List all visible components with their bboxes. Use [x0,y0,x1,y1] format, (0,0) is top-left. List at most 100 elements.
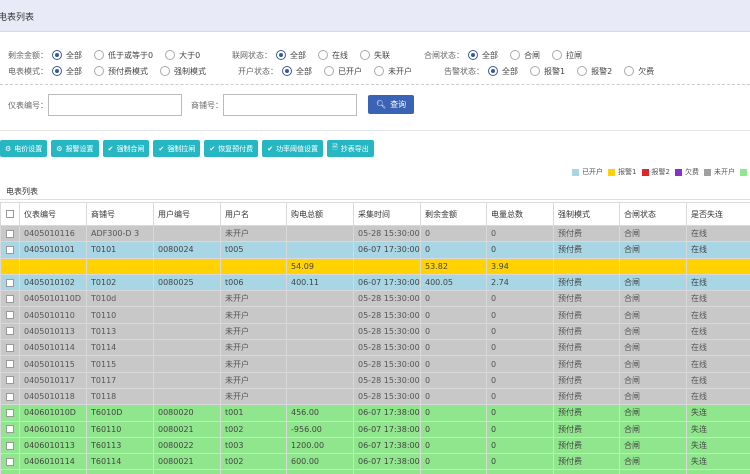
table-row[interactable]: 0405010110D T010d 未开户 05-28 15:30:00 0 0 预付费 合闸… [0,290,750,308]
alarm-state-option[interactable]: 欠费 [624,66,654,77]
table-row[interactable]: 0406010110 T60110 0080021 t002 -956.00 06-07 … [0,420,750,438]
switch-state-option[interactable]: 拉闸 [552,50,582,61]
row-checkbox[interactable] [6,229,14,238]
radio-icon[interactable] [552,50,562,60]
table-row[interactable]: 0405010116 ADF300-D 3 未开户 05-28 15:30:00 0 0 预… [0,224,750,243]
row-checkbox[interactable] [6,376,14,385]
row-select-cell [0,224,20,243]
row-select-cell [0,339,20,357]
toolbar-button[interactable]: 🗎 抄表导出 [327,140,374,157]
column-header[interactable]: 商铺号 [86,202,154,226]
row-checkbox[interactable] [6,278,14,287]
table-row[interactable]: 0406010114 T60114 0080021 t002 600.00 06-07 1… [0,453,750,471]
toolbar-button[interactable]: ✔ 强制拉闸 [153,140,201,157]
table-row[interactable]: 0406010113 T60113 0080022 t003 1200.00 06-07 … [0,436,750,455]
row-checkbox[interactable] [6,327,14,336]
column-header[interactable]: 合闸状态 [619,202,687,226]
alarm-state-option[interactable]: 报警2 [577,66,612,77]
column-header[interactable]: 剩余金额 [420,202,487,226]
balance-option[interactable]: 低于或等于0 [94,50,153,61]
radio-icon[interactable] [530,66,540,76]
radio-icon[interactable] [94,50,104,60]
table-row[interactable]: 0405010102 T0102 0080025 t006 400.11 06-07 17… [0,273,750,292]
row-checkbox[interactable] [6,311,14,320]
link-state-option[interactable]: 全部 [276,50,306,61]
toolbar-button[interactable]: ✔ 功率阈值设置 [262,140,324,157]
column-header[interactable]: 用户名 [220,202,287,226]
row-checkbox[interactable] [6,425,14,434]
link-state-option[interactable]: 在线 [318,50,348,61]
column-header[interactable]: 采集时间 [353,202,421,226]
table-cell: T010d [86,290,154,308]
table-cell: t004 [220,469,287,474]
radio-icon[interactable] [318,50,328,60]
alarm-state-option[interactable]: 全部 [488,66,518,77]
row-checkbox[interactable] [6,343,14,352]
row-select-cell [0,257,20,275]
row-checkbox[interactable] [6,360,14,369]
radio-icon[interactable] [165,50,176,60]
table-row[interactable]: 0406010115T601150080023t0042444.0006-07 … [0,469,750,474]
account-state-option[interactable]: 全部 [282,66,312,77]
table-row[interactable]: 54.09 53.82 3.94 [0,257,750,275]
meter-mode-option[interactable]: 全部 [52,66,82,77]
table-row[interactable]: 0405010101 T0101 0080024 t005 06-07 17:30:00… [0,241,750,259]
column-header[interactable]: 电量总数 [486,202,554,226]
column-header[interactable]: 是否失连 [686,202,750,226]
radio-icon[interactable] [160,66,170,76]
column-header[interactable]: 仪表编号 [19,202,87,226]
toolbar-button[interactable]: ⚙ 报警设置 [51,140,99,157]
select-all-checkbox[interactable] [6,210,14,218]
table-row[interactable]: 0405010115 T0115 未开户 05-28 15:30:00 0 0 预付费 合闸在… [0,355,750,373]
account-state-option[interactable]: 未开户 [374,66,412,77]
radio-icon[interactable] [510,50,520,60]
account-state-option[interactable]: 已开户 [324,66,362,77]
balance-option[interactable]: 全部 [52,50,82,61]
radio-icon[interactable] [374,66,384,76]
table-row[interactable]: 0405010117 T0117 未开户 05-28 15:30:00 0 0 预付费 合闸在… [0,371,750,389]
query-button[interactable]: 🔍︎ 查询 [368,95,414,114]
column-header[interactable]: 用户编号 [153,202,221,226]
radio-icon[interactable] [624,66,635,76]
radio-icon[interactable] [276,50,286,60]
toolbar-button[interactable]: ✔ 强制合闸 [102,140,150,157]
row-checkbox[interactable] [6,441,14,450]
radio-icon[interactable] [324,66,334,76]
row-checkbox[interactable] [6,408,14,417]
radio-icon[interactable] [488,66,498,76]
link-state-option[interactable]: 失联 [360,50,390,61]
meter-mode-option[interactable]: 预付费模式 [94,66,148,77]
switch-state-option[interactable]: 合闸 [510,50,540,61]
shop-no-input[interactable] [223,94,357,116]
table-row[interactable]: 0405010114 T0114 未开户 05-28 15:30:00 0 0 预付费 合闸在… [0,339,750,357]
radio-icon[interactable] [52,50,62,60]
table-row[interactable]: 040601010D T6010D 0080020 t001 456.00 06-07 1… [0,404,750,422]
meter-no-input[interactable] [48,94,182,116]
switch-state-option[interactable]: 全部 [468,50,498,61]
row-checkbox[interactable] [6,245,14,254]
column-header[interactable]: 强制模式 [553,202,620,226]
table-row[interactable]: 0405010110 T0110 未开户 05-28 15:30:00 0 0 预付费 合闸在… [0,306,750,324]
radio-icon[interactable] [282,66,292,76]
radio-icon[interactable] [577,66,588,76]
meter-mode-option[interactable]: 强制模式 [160,66,206,77]
radio-icon[interactable] [468,50,478,60]
column-header[interactable]: 购电总额 [286,202,354,226]
radio-icon[interactable] [360,50,370,60]
table-row[interactable]: 0405010118 T0118 未开户 05-28 15:30:00 0 0 预付费 合闸在… [0,387,750,406]
table-row[interactable]: 0405010113 T0113 未开户 05-28 15:30:00 0 0 预付费 合闸在… [0,322,750,341]
table-cell: T0113 [86,322,154,341]
row-checkbox[interactable] [6,294,14,303]
row-select-cell [0,371,20,389]
alarm-state-option[interactable]: 报警1 [530,66,565,77]
row-checkbox[interactable] [6,457,14,466]
toolbar-button[interactable]: ✔ 恢复预付费 [204,140,259,157]
toolbar-button[interactable]: ⚙ 电价设置 [0,140,48,157]
table-cell: 合闸 [619,241,687,259]
table-cell: 0405010110D [19,290,87,308]
row-checkbox[interactable] [6,392,14,401]
balance-option[interactable]: 大于0 [165,50,200,61]
radio-icon[interactable] [52,66,62,76]
table-cell: 05-28 15:30:00 [353,224,421,243]
radio-icon[interactable] [94,66,104,76]
